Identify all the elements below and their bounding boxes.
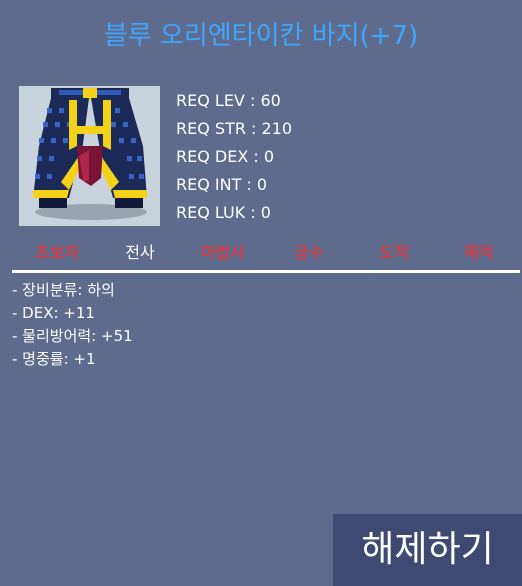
job-beginner: 초보자 bbox=[34, 243, 80, 262]
job-thief: 도적 bbox=[379, 243, 409, 262]
stat-accuracy: - 명중률: +1 bbox=[12, 350, 96, 368]
job-archer: 궁수 bbox=[294, 243, 324, 262]
req-int: REQ INT : 0 bbox=[176, 175, 268, 194]
stat-category: - 장비분류: 하의 bbox=[12, 281, 115, 299]
req-level: REQ LEV : 60 bbox=[176, 91, 281, 110]
stat-defense: - 물리방어력: +51 bbox=[12, 327, 133, 345]
item-name: 블루 오리엔타이칸 바지(+7) bbox=[103, 21, 419, 51]
req-dex: REQ DEX : 0 bbox=[176, 147, 275, 166]
item-stats: - 장비분류: 하의 - DEX: +11 - 물리방어력: +51 - 명중률… bbox=[12, 279, 133, 371]
job-warrior: 전사 bbox=[125, 243, 155, 262]
item-tooltip-panel: 블루 오리엔타이칸 바지(+7) REQ LEV: 60 REQ STR: … bbox=[0, 0, 522, 586]
divider bbox=[12, 270, 520, 273]
pants-icon bbox=[19, 86, 160, 226]
req-str: REQ STR : 210 bbox=[176, 119, 293, 138]
job-list: 초보자 전사 마법사 궁수 도적 해적 bbox=[0, 240, 522, 268]
unequip-button[interactable]: 해제하기 bbox=[333, 514, 522, 586]
req-luk: REQ LUK : 0 bbox=[176, 203, 271, 222]
stat-dex: - DEX: +11 bbox=[12, 304, 95, 322]
job-pirate: 해적 bbox=[464, 243, 494, 262]
job-magician: 마법사 bbox=[200, 243, 246, 262]
requirements-list: REQ LEV : 60 REQ STR : 210 REQ DEX : 0 R… bbox=[176, 88, 292, 228]
